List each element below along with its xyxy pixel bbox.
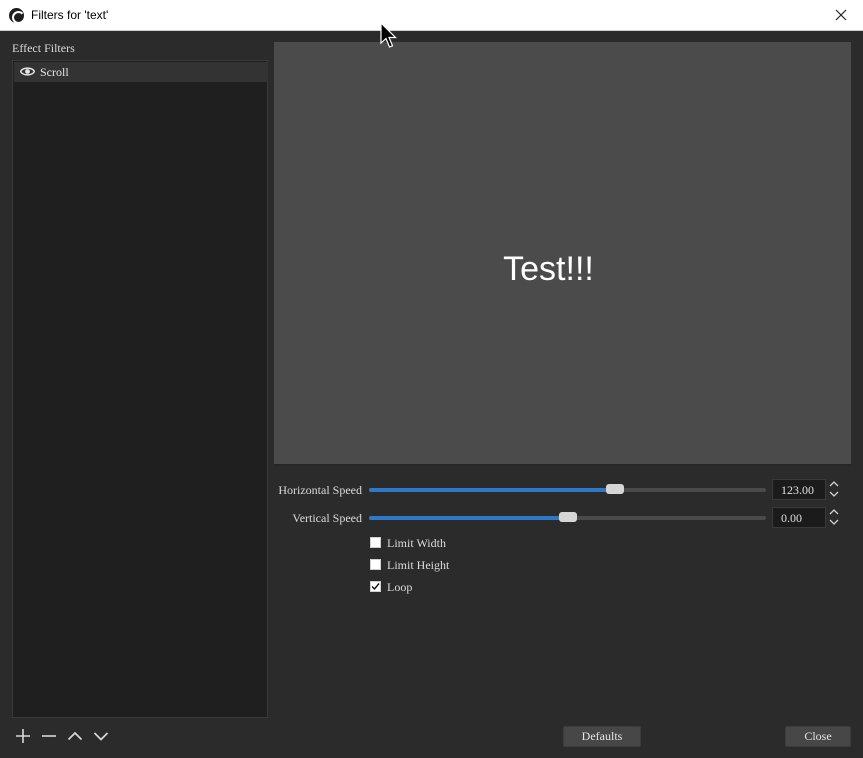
slider-handle[interactable] — [559, 512, 577, 522]
mouse-cursor-icon — [380, 22, 397, 48]
close-button[interactable]: Close — [785, 726, 851, 747]
list-item[interactable]: Scroll — [14, 62, 268, 82]
limit-width-checkbox[interactable] — [370, 537, 381, 548]
title-bar[interactable]: Filters for 'text' — [0, 0, 863, 31]
vertical-speed-value: 0.00 — [781, 511, 802, 525]
chevron-down-icon — [829, 491, 839, 497]
slider-fill — [369, 516, 568, 520]
move-up-button[interactable] — [64, 726, 86, 746]
horizontal-speed-stepper[interactable] — [827, 479, 841, 500]
decrement-button[interactable] — [827, 518, 841, 528]
horizontal-speed-value: 123.00 — [781, 483, 814, 497]
vertical-speed-stepper[interactable] — [827, 507, 841, 528]
filter-preview: Test!!! — [274, 42, 851, 464]
checkmark-icon — [371, 583, 380, 591]
chevron-up-icon — [829, 509, 839, 515]
limit-height-label: Limit Height — [387, 558, 450, 572]
horizontal-speed-label: Horizontal Speed — [278, 483, 362, 497]
slider-handle[interactable] — [606, 484, 624, 494]
chevron-up-icon — [829, 481, 839, 487]
add-filter-button[interactable] — [12, 726, 34, 746]
chevron-down-icon — [93, 732, 109, 741]
remove-filter-button[interactable] — [38, 726, 60, 746]
chevron-down-icon — [829, 519, 839, 525]
vertical-speed-label: Vertical Speed — [292, 511, 362, 525]
limit-width-label: Limit Width — [387, 536, 446, 550]
increment-button[interactable] — [827, 479, 841, 489]
slider-fill — [369, 488, 615, 492]
horizontal-speed-input[interactable]: 123.00 — [772, 479, 826, 500]
chevron-up-icon — [67, 731, 83, 741]
window-close-button[interactable] — [819, 0, 863, 31]
close-icon — [835, 9, 847, 21]
limit-height-checkbox[interactable] — [370, 559, 381, 570]
loop-checkbox[interactable] — [370, 581, 381, 592]
obs-logo-icon — [9, 8, 25, 24]
eye-icon[interactable] — [20, 66, 35, 77]
vertical-speed-slider[interactable] — [369, 512, 766, 522]
decrement-button[interactable] — [827, 490, 841, 500]
loop-label: Loop — [387, 580, 413, 594]
filter-list[interactable]: Scroll — [12, 60, 268, 718]
increment-button[interactable] — [827, 507, 841, 517]
horizontal-speed-slider[interactable] — [369, 484, 766, 494]
plus-icon — [16, 729, 30, 743]
defaults-button[interactable]: Defaults — [563, 726, 641, 747]
preview-text: Test!!! — [503, 250, 594, 288]
minus-icon — [42, 735, 56, 737]
effect-filters-label: Effect Filters — [12, 41, 75, 55]
vertical-speed-input[interactable]: 0.00 — [772, 507, 826, 528]
move-down-button[interactable] — [90, 726, 112, 746]
splitter-handle[interactable] — [274, 464, 851, 466]
filter-name: Scroll — [40, 65, 69, 79]
window-title: Filters for 'text' — [31, 8, 109, 22]
